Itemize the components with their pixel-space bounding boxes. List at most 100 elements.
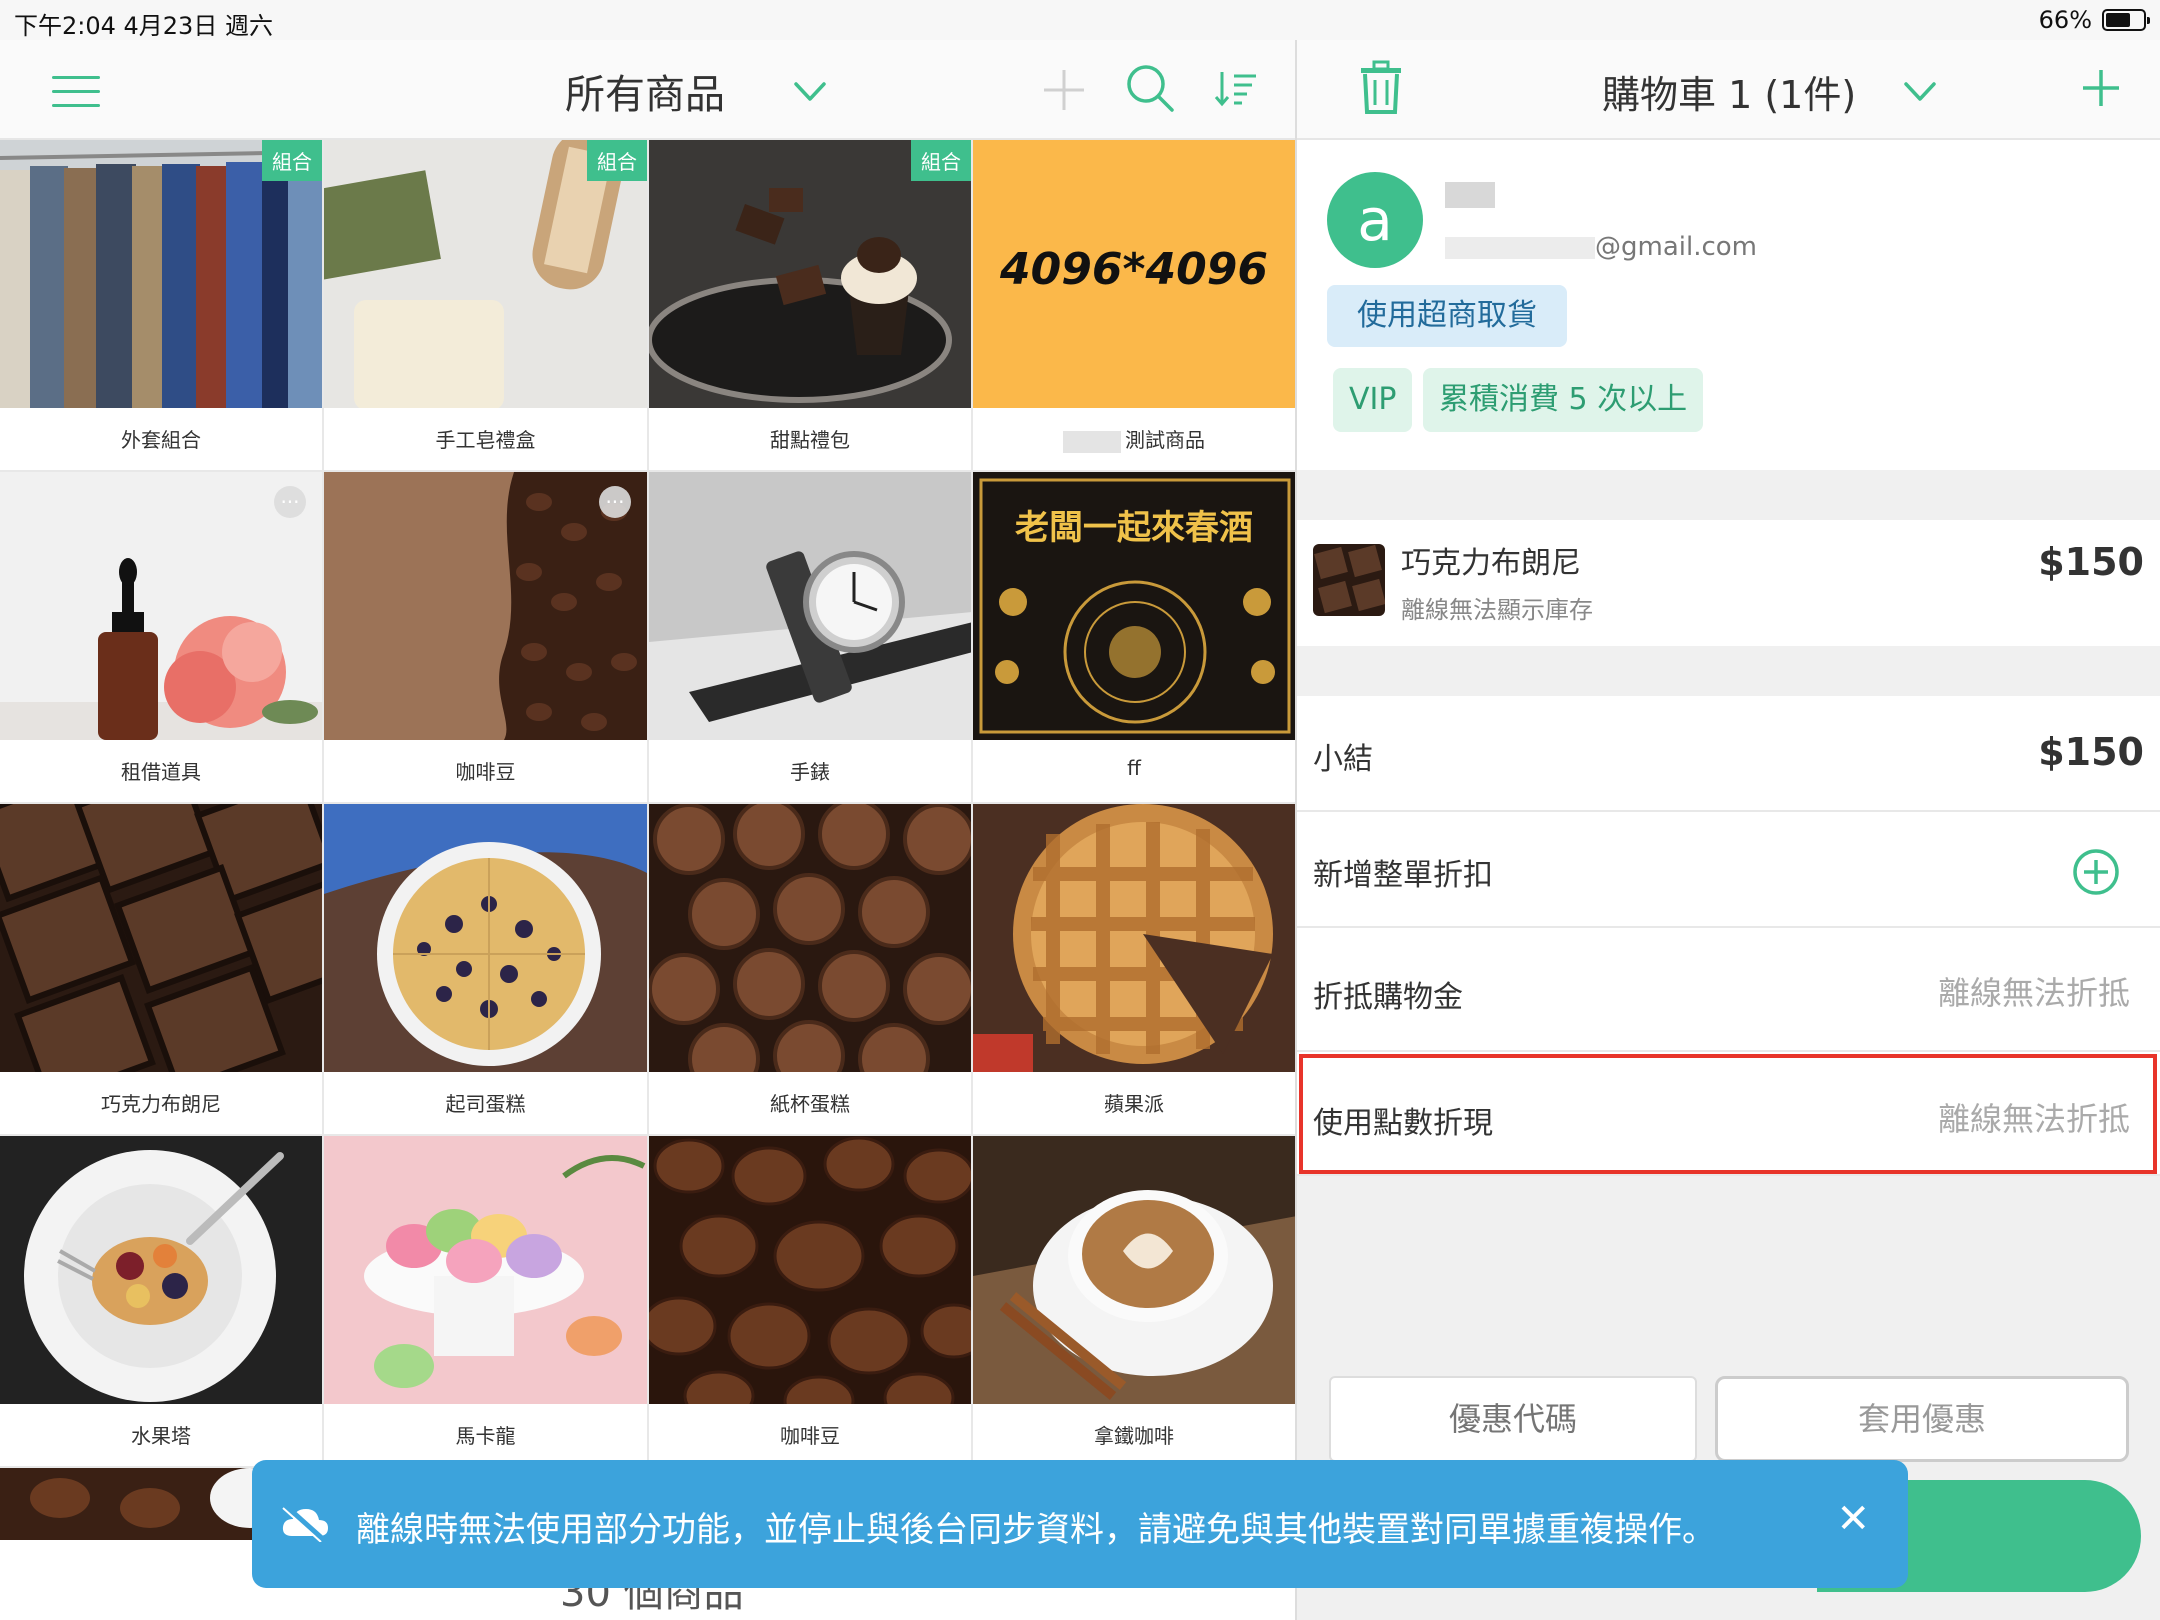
battery-percent: 66% — [2038, 6, 2092, 34]
product-tile[interactable]: 老闆一起來春酒 ff — [973, 472, 1295, 804]
product-header: 所有商品 — [0, 40, 1295, 140]
image-text: 老闆一起來春酒 — [1015, 508, 1253, 548]
add-order-discount-label: 新增整單折扣 — [1313, 858, 1493, 893]
product-name: 巧克力布朗尼 — [101, 1092, 221, 1116]
product-tile[interactable]: ··· 租借道具 — [0, 472, 324, 804]
cart-item-thumbnail — [1313, 544, 1385, 616]
image-text: 4096*4096 — [1000, 244, 1268, 295]
cart-item-name: 巧克力布朗尼 — [1401, 546, 1581, 581]
avatar: a — [1327, 172, 1423, 268]
cart-item-stock-note: 離線無法顯示庫存 — [1401, 596, 1593, 624]
close-icon[interactable]: ✕ — [1836, 1496, 1870, 1542]
category-title[interactable]: 所有商品 — [565, 62, 725, 120]
customer-email: @gmail.com — [1445, 232, 1757, 262]
product-name: 蘋果派 — [1104, 1092, 1164, 1116]
add-order-discount-row[interactable]: 新增整單折扣 — [1297, 812, 2160, 928]
subtotal-row: 小結 $150 — [1297, 696, 2160, 812]
status-right: 66% — [2038, 6, 2150, 34]
product-image-poster: 老闆一起來春酒 — [973, 472, 1295, 740]
product-image-coffee-beans — [649, 1136, 971, 1404]
product-image-blueberry-cake — [324, 804, 647, 1072]
store-credit-row[interactable]: 折抵購物金 離線無法折抵 — [1297, 928, 2160, 1052]
product-tile[interactable]: 紙杯蛋糕 — [649, 804, 973, 1136]
menu-icon[interactable] — [52, 76, 100, 110]
subtotal-label: 小結 — [1313, 742, 1373, 777]
product-image-fruit-tart — [0, 1136, 322, 1404]
product-name: 紙杯蛋糕 — [770, 1092, 850, 1116]
toast-message: 離線時無法使用部分功能，並停止與後台同步資料，請避免與其他裝置對同單據重複操作。 — [356, 1510, 1716, 1550]
product-image-latte — [973, 1136, 1295, 1404]
cart-item-price: $150 — [2038, 540, 2144, 584]
offline-toast: 離線時無法使用部分功能，並停止與後台同步資料，請避免與其他裝置對同單據重複操作。… — [252, 1460, 1908, 1588]
customer-name-redacted — [1445, 182, 1495, 208]
cart-panel: 購物車 1 (1件) a @gmail.com 使用超商取貨 VIP 累積消費 … — [1297, 40, 2160, 1620]
sort-icon[interactable] — [1214, 66, 1258, 110]
more-options-icon[interactable]: ··· — [599, 486, 631, 518]
cart-header: 購物車 1 (1件) — [1297, 40, 2160, 140]
product-image-cupcakes — [649, 804, 971, 1072]
chevron-down-icon[interactable] — [790, 72, 830, 112]
product-tile[interactable]: 組合 甜點禮包 — [649, 140, 973, 472]
product-image-macarons — [324, 1136, 647, 1404]
product-image-brownie — [0, 804, 322, 1072]
product-grid: 組合 外套組合 組合 手工皂禮盒 組合 甜點禮包 4096*4096 測試商品 … — [0, 140, 1295, 1468]
product-name: 馬卡龍 — [455, 1424, 516, 1448]
store-credit-value: 離線無法折抵 — [1937, 974, 2130, 1012]
product-name: 租借道具 — [121, 760, 201, 784]
product-image-watch — [649, 472, 971, 740]
cloud-off-icon — [280, 1502, 330, 1543]
customer-card[interactable]: a @gmail.com 使用超商取貨 VIP 累積消費 5 次以上 — [1297, 140, 2160, 470]
product-panel: 所有商品 組合 外套組合 組合 手工皂禮盒 組合 甜點禮包 4096*4096 … — [0, 40, 1297, 1620]
cart-title[interactable]: 購物車 1 (1件) — [1602, 64, 1856, 119]
product-name: 起司蛋糕 — [445, 1092, 526, 1116]
add-cart-icon[interactable] — [2079, 66, 2123, 110]
battery-icon — [2102, 9, 2150, 31]
product-tile[interactable]: 蘋果派 — [973, 804, 1295, 1136]
add-circle-icon[interactable] — [2072, 848, 2120, 896]
customer-tag-frequent: 累積消費 5 次以上 — [1423, 368, 1704, 432]
bundle-badge: 組合 — [587, 140, 647, 181]
product-image-coffee-beans-side — [324, 472, 647, 740]
product-name: 咖啡豆 — [780, 1424, 840, 1448]
product-tile[interactable]: 4096*4096 測試商品 — [973, 140, 1295, 472]
promo-code-input[interactable] — [1329, 1376, 1697, 1462]
product-tile[interactable]: 組合 手工皂禮盒 — [324, 140, 649, 472]
chevron-down-icon[interactable] — [1900, 72, 1940, 112]
product-tile[interactable]: 拿鐵咖啡 — [973, 1136, 1295, 1468]
status-time: 下午2:04 4月23日 週六 — [14, 12, 273, 40]
product-tile[interactable]: 手錶 — [649, 472, 973, 804]
product-tile[interactable]: 巧克力布朗尼 — [0, 804, 324, 1136]
product-name: 甜點禮包 — [770, 428, 850, 452]
customer-tag-vip: VIP — [1333, 368, 1413, 432]
more-options-icon[interactable]: ··· — [274, 486, 306, 518]
product-tile[interactable]: 咖啡豆 — [649, 1136, 973, 1468]
product-name: 外套組合 — [121, 428, 201, 452]
product-image-apple-pie — [973, 804, 1295, 1072]
product-image-oil-bottle — [0, 472, 322, 740]
product-tile[interactable]: 組合 外套組合 — [0, 140, 324, 472]
product-tile[interactable]: 馬卡龍 — [324, 1136, 649, 1468]
product-name: 測試商品 — [973, 424, 1295, 453]
convenience-store-pickup-button[interactable]: 使用超商取貨 — [1327, 285, 1567, 347]
status-bar: 下午2:04 4月23日 週六 66% — [0, 0, 2160, 40]
product-image-yellow-4096: 4096*4096 — [973, 140, 1295, 408]
bundle-badge: 組合 — [911, 140, 971, 181]
search-icon[interactable] — [1124, 62, 1176, 114]
product-name: 咖啡豆 — [455, 760, 516, 784]
product-name: 水果塔 — [131, 1424, 191, 1448]
product-name: ff — [1127, 756, 1141, 780]
highlight-box — [1299, 1054, 2157, 1174]
trash-icon[interactable] — [1357, 60, 1405, 116]
bundle-badge: 組合 — [262, 140, 322, 181]
product-name: 手錶 — [790, 760, 830, 784]
product-name: 手工皂禮盒 — [435, 428, 536, 452]
add-product-icon[interactable] — [1038, 64, 1090, 116]
product-name: 拿鐵咖啡 — [1094, 1424, 1174, 1448]
store-credit-label: 折抵購物金 — [1313, 980, 1463, 1015]
apply-promo-button[interactable]: 套用優惠 — [1715, 1376, 2129, 1462]
product-tile[interactable]: 起司蛋糕 — [324, 804, 649, 1136]
product-tile[interactable]: ··· 咖啡豆 — [324, 472, 649, 804]
cart-item[interactable]: 巧克力布朗尼 離線無法顯示庫存 $150 — [1297, 520, 2160, 646]
product-tile[interactable]: 水果塔 — [0, 1136, 324, 1468]
subtotal-value: $150 — [2038, 730, 2144, 774]
